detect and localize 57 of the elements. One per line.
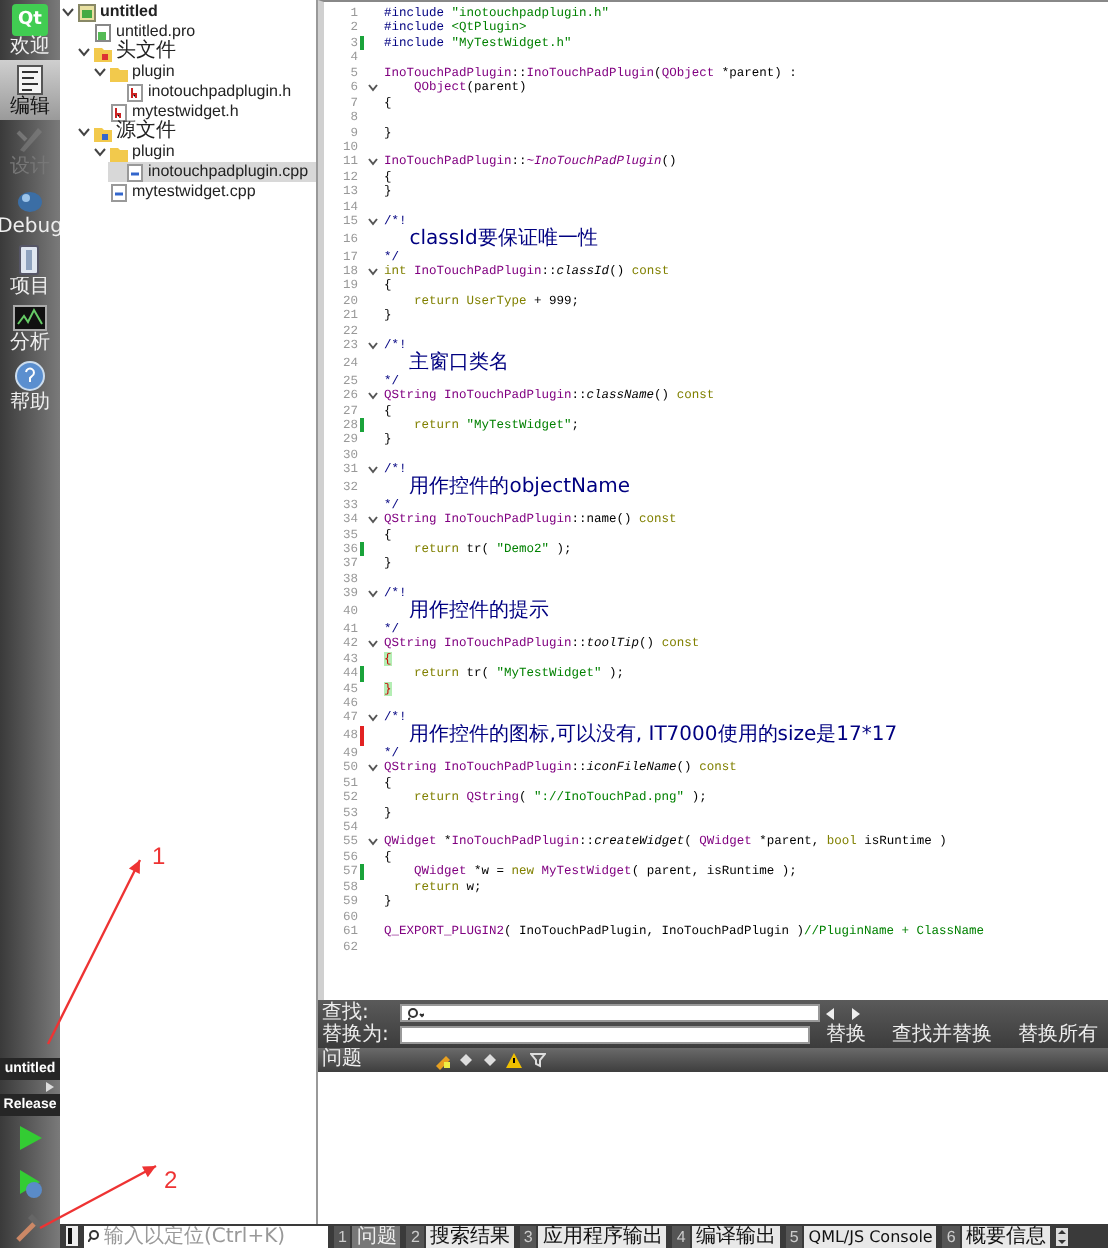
clear-icon[interactable]	[434, 1051, 450, 1069]
code-token: 主窗口类名	[407, 351, 510, 374]
search-icon	[408, 1007, 424, 1019]
annotation-arrow	[39, 1164, 157, 1230]
pane-title: 问题	[322, 1048, 364, 1072]
tree-item[interactable]: 源文件	[76, 122, 316, 142]
annotation-label: 1	[152, 844, 166, 868]
find-label: 查找:	[322, 1002, 369, 1024]
code-token: 用作控件的objectName	[407, 475, 631, 498]
sidebar-toggle-icon[interactable]	[66, 1226, 78, 1246]
help-icon	[14, 360, 46, 392]
edit-mode-button[interactable]: 编辑	[0, 60, 60, 120]
chevron-icon	[61, 6, 73, 18]
analyze-mode-button[interactable]: 分析	[0, 300, 60, 356]
tree-item[interactable]: mytestwidget.h	[92, 102, 316, 122]
source-file-icon	[126, 163, 144, 181]
qt-logo: Qt	[12, 4, 48, 36]
header-file-icon	[110, 103, 128, 121]
tree-item[interactable]: inotouchpadplugin.cpp	[108, 162, 316, 182]
file-icon	[94, 23, 112, 41]
triangle-icon	[46, 1082, 54, 1092]
replace-button[interactable]: 查找并替换	[882, 1024, 1002, 1046]
document-icon	[14, 64, 46, 96]
code-token: 用作控件的提示	[407, 599, 550, 622]
previous-icon[interactable]	[826, 1007, 836, 1019]
next-icon[interactable]	[850, 1007, 860, 1019]
tree-item[interactable]: plugin	[92, 62, 316, 82]
tree-item[interactable]: untitled	[60, 2, 316, 22]
monitor-icon	[12, 304, 48, 332]
annotation-label: 2	[164, 1168, 178, 1192]
replace-field[interactable]	[400, 1026, 810, 1044]
previous-item-icon[interactable]	[458, 1051, 474, 1069]
code-token: classId要保证唯一性	[407, 227, 598, 250]
tree-item[interactable]: 头文件	[76, 42, 316, 62]
code-token: 用作控件的图标,可以没有, IT7000使用的size是17*17	[407, 723, 898, 746]
replace-button[interactable]: 替换所有	[1008, 1024, 1108, 1046]
tree-item[interactable]: mytestwidget.cpp	[92, 182, 316, 202]
replace-button[interactable]: 替换	[816, 1024, 876, 1046]
tree-item[interactable]: inotouchpadplugin.h	[108, 82, 316, 102]
projects-mode-button[interactable]: 项目	[0, 240, 60, 300]
replace-label: 替换为:	[322, 1024, 391, 1046]
filter-icon[interactable]	[530, 1051, 546, 1069]
help-mode-button[interactable]: 帮助	[0, 356, 60, 416]
warning-icon[interactable]	[506, 1051, 522, 1069]
tree-item[interactable]: plugin	[92, 142, 316, 162]
next-item-icon[interactable]	[482, 1051, 498, 1069]
header-file-icon	[126, 83, 144, 101]
pen-icon	[14, 124, 46, 156]
welcome-mode-button[interactable]: Qt 欢迎	[0, 0, 60, 60]
search-icon	[88, 1230, 100, 1242]
tree-item[interactable]: untitled.pro	[76, 22, 316, 42]
source-file-icon	[110, 183, 128, 201]
debug-run-button[interactable]	[14, 1166, 46, 1198]
scroll-arrows-icon[interactable]	[1055, 1227, 1068, 1245]
project-icon	[78, 3, 96, 21]
find-field[interactable]	[400, 1004, 820, 1022]
run-button[interactable]	[14, 1122, 46, 1154]
